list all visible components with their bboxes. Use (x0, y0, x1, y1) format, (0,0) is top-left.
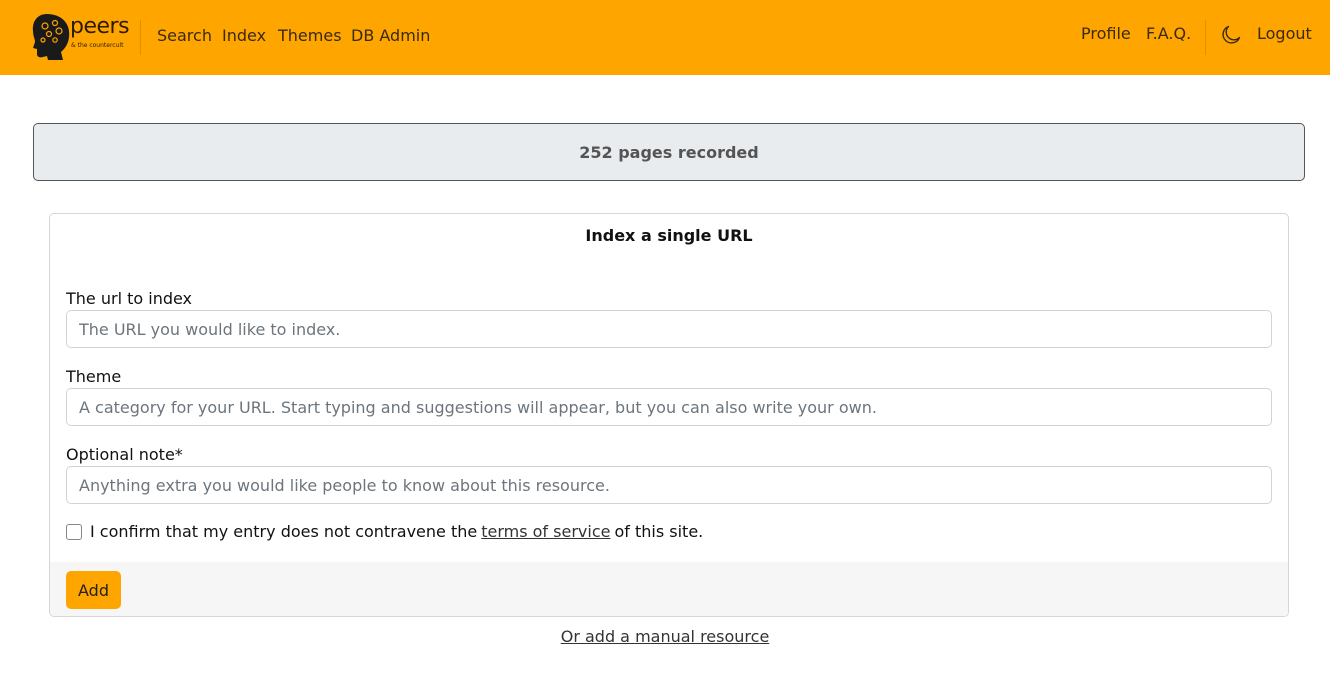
note-input[interactable] (66, 466, 1272, 504)
brand-name: peers (70, 14, 130, 39)
nav-logout[interactable]: Logout (1257, 24, 1312, 44)
nav-search[interactable]: Search (157, 26, 212, 46)
brand-logo[interactable]: peers & the countercult (31, 12, 130, 62)
url-input[interactable] (66, 310, 1272, 348)
confirm-row: I confirm that my entry does not contrav… (66, 522, 703, 541)
nav-index[interactable]: Index (222, 26, 266, 46)
form-title: Index a single URL (585, 226, 753, 245)
confirm-checkbox[interactable] (66, 523, 82, 540)
terms-of-service-link[interactable]: terms of service (481, 522, 610, 541)
nav-db-admin[interactable]: DB Admin (351, 26, 430, 46)
nav-divider (140, 20, 141, 55)
note-label: Optional note* (66, 445, 183, 464)
head-icon (32, 14, 70, 60)
moon-icon[interactable] (1219, 23, 1243, 47)
nav-faq[interactable]: F.A.Q. (1146, 24, 1191, 44)
theme-input[interactable] (66, 388, 1272, 426)
pages-recorded-banner: 252 pages recorded (33, 123, 1305, 181)
index-url-form: Index a single URL The url to index Them… (49, 213, 1289, 617)
pages-recorded-text: 252 pages recorded (579, 142, 759, 162)
form-footer: Add (50, 562, 1288, 616)
nav-divider-right (1205, 20, 1206, 55)
url-label: The url to index (66, 289, 193, 308)
confirm-text-before: I confirm that my entry does not contrav… (90, 522, 478, 541)
brand-tagline: & the countercult (71, 42, 124, 49)
add-button[interactable]: Add (66, 571, 121, 609)
theme-label: Theme (66, 367, 122, 386)
add-manual-resource-link[interactable]: Or add a manual resource (0, 627, 1330, 646)
top-navbar: peers & the countercult Search Index The… (0, 0, 1330, 75)
nav-themes[interactable]: Themes (278, 26, 342, 46)
nav-profile[interactable]: Profile (1081, 24, 1131, 44)
confirm-text-after: of this site. (614, 522, 704, 541)
